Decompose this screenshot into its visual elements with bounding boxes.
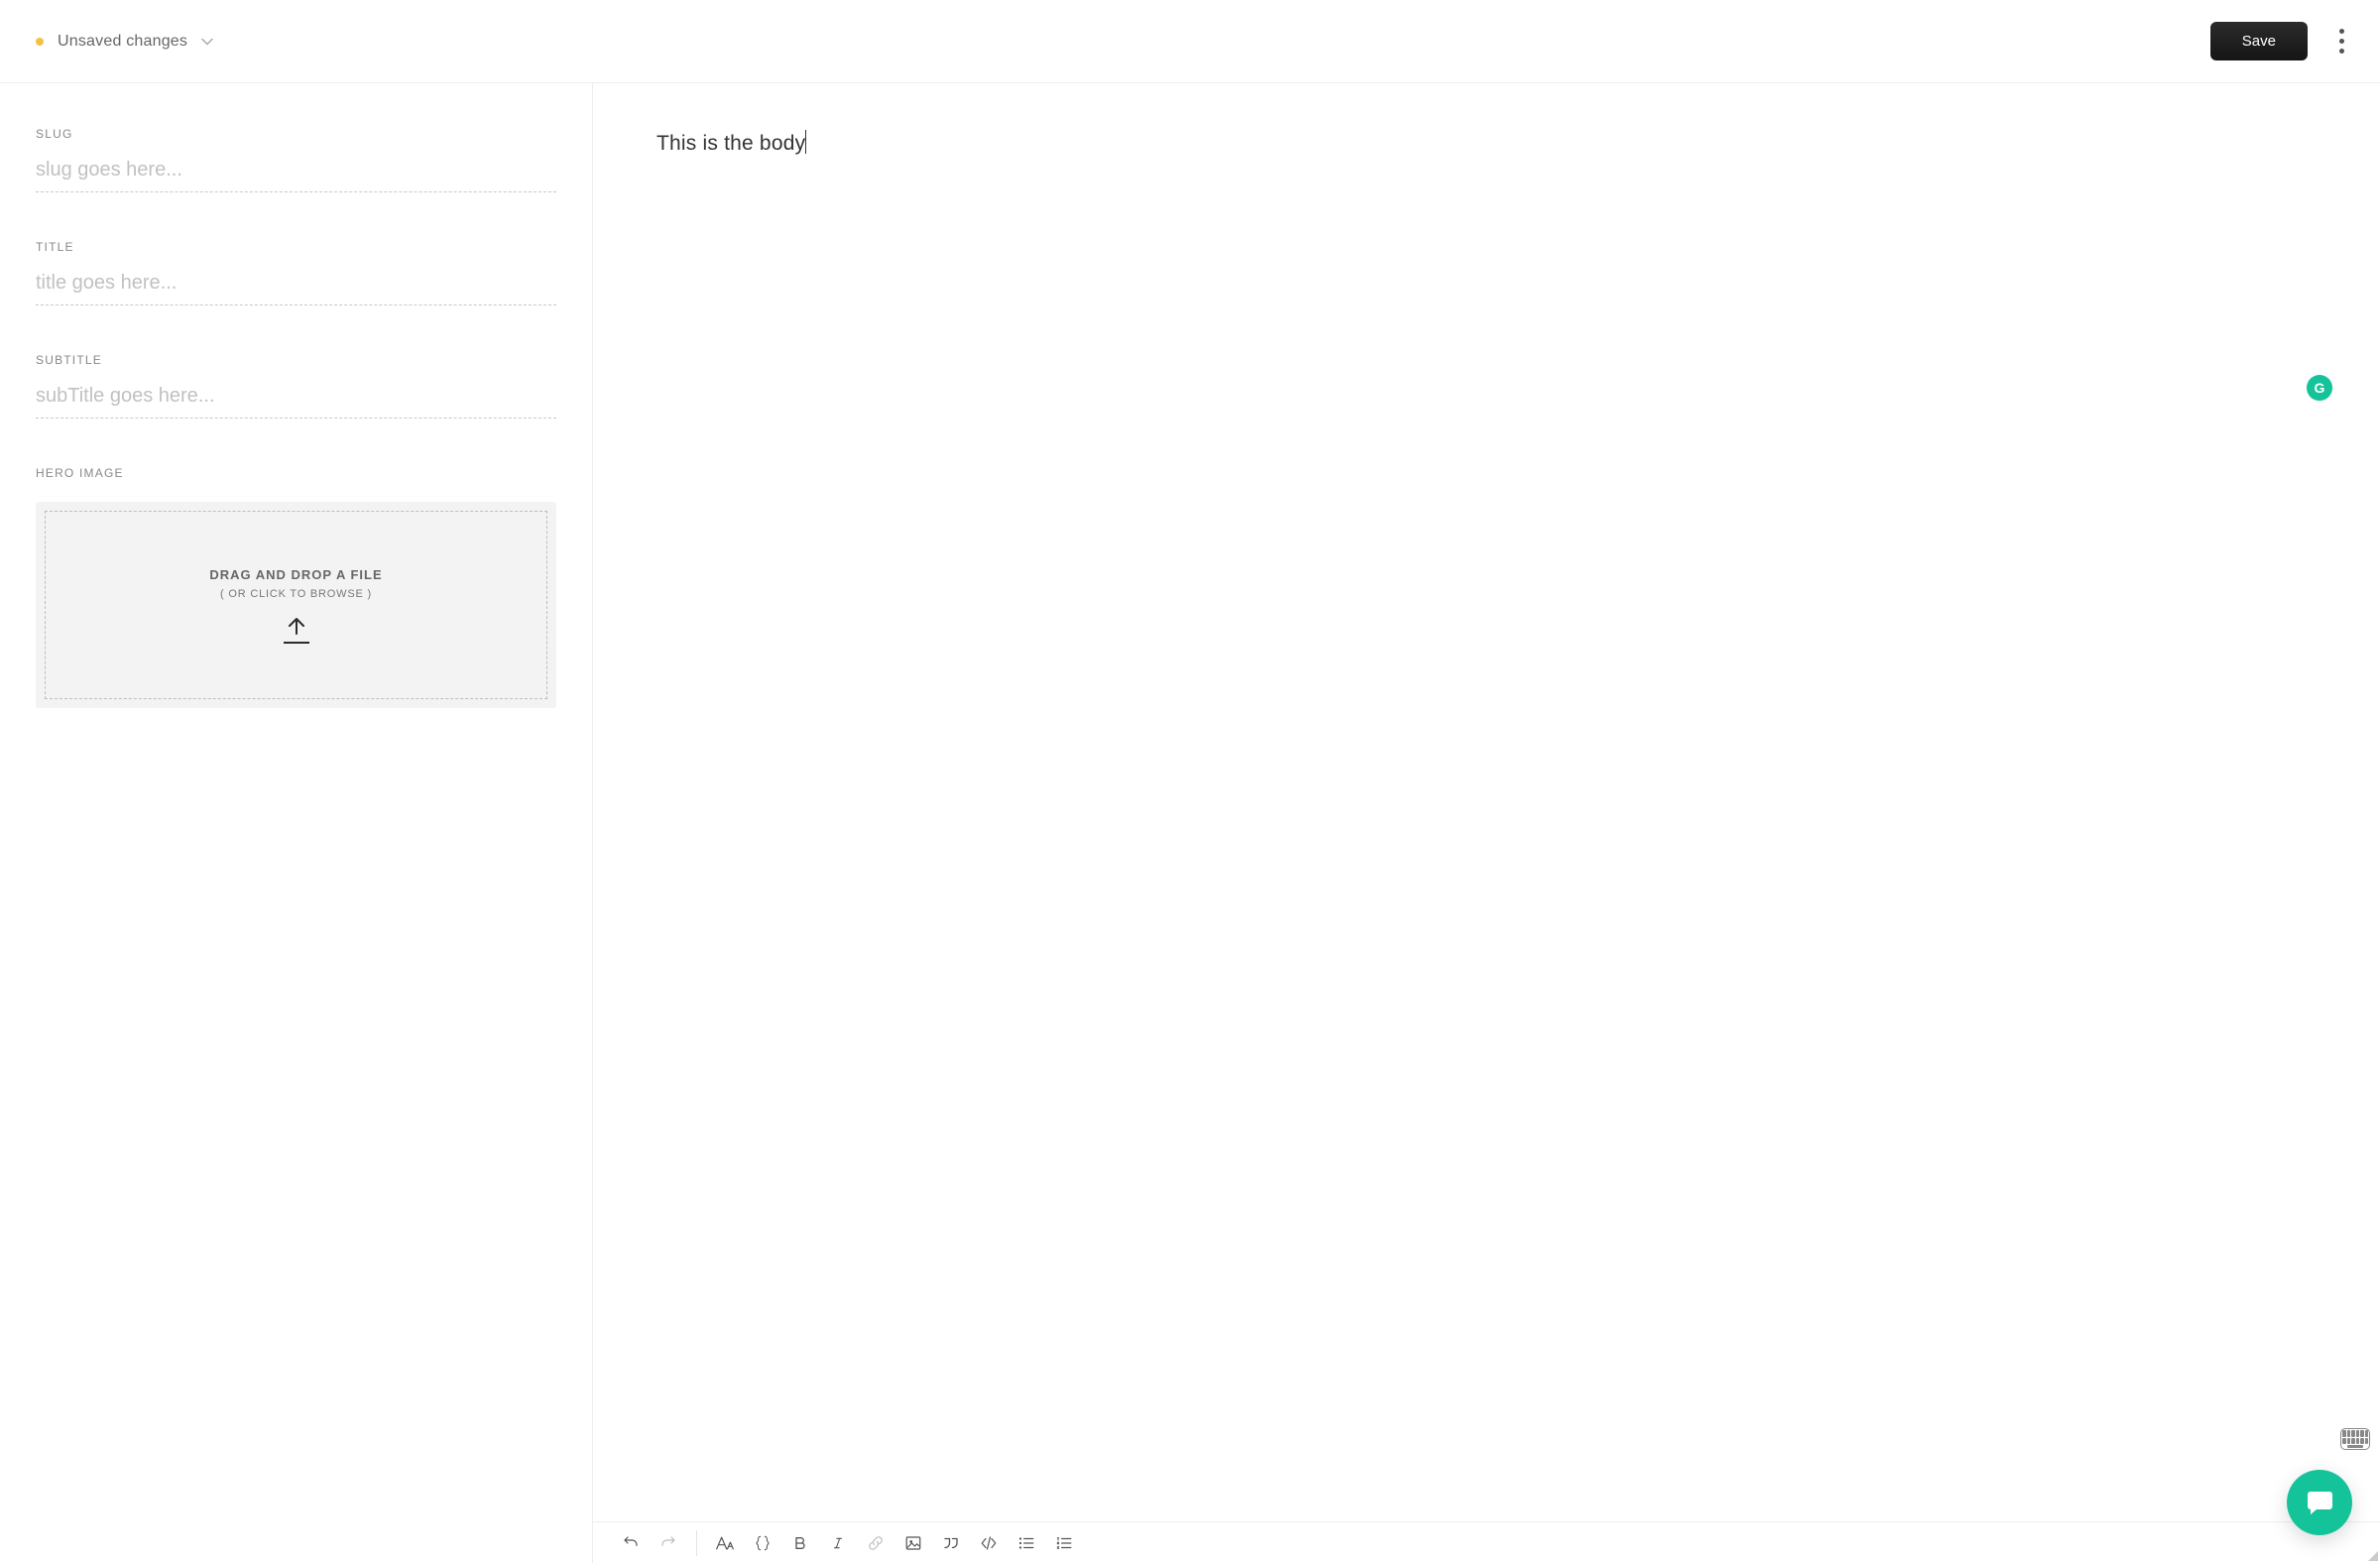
dot-icon <box>2339 29 2344 34</box>
body-panel: This is the body G <box>593 83 2380 1563</box>
title-input[interactable] <box>36 270 556 305</box>
blockquote-button[interactable] <box>941 1533 961 1553</box>
keyboard-shortcut-icon[interactable] <box>2340 1428 2370 1450</box>
field-label: SLUG <box>36 127 556 141</box>
field-slug: SLUG <box>36 127 556 192</box>
code-button[interactable] <box>979 1533 999 1553</box>
dot-icon <box>2339 49 2344 54</box>
field-label: HERO IMAGE <box>36 466 556 480</box>
intercom-launcher[interactable] <box>2287 1470 2352 1535</box>
dropzone-title: DRAG AND DROP A FILE <box>209 567 382 582</box>
save-button[interactable]: Save <box>2210 22 2308 60</box>
link-button[interactable] <box>866 1533 886 1553</box>
dot-icon <box>2339 39 2344 44</box>
slug-input[interactable] <box>36 157 556 192</box>
hero-image-dropzone[interactable]: DRAG AND DROP A FILE ( OR CLICK TO BROWS… <box>36 502 556 708</box>
field-label: TITLE <box>36 240 556 254</box>
body-editor[interactable]: This is the body G <box>593 83 2380 1521</box>
status-text: Unsaved changes <box>58 33 187 51</box>
header-actions: Save <box>2210 22 2350 60</box>
toolbar-separator <box>696 1530 697 1556</box>
braces-button[interactable] <box>753 1533 773 1553</box>
editor-split: SLUG TITLE SUBTITLE HERO IMAGE DRAG AND … <box>0 83 2380 1563</box>
field-hero-image: HERO IMAGE DRAG AND DROP A FILE ( OR CLI… <box>36 466 556 708</box>
redo-button[interactable] <box>658 1533 678 1553</box>
status-dot-icon <box>36 38 44 46</box>
subtitle-input[interactable] <box>36 383 556 419</box>
image-button[interactable] <box>903 1533 923 1553</box>
unordered-list-button[interactable] <box>1016 1533 1036 1553</box>
dropzone-subtitle: ( OR CLICK TO BROWSE ) <box>220 588 372 600</box>
grammarly-icon[interactable]: G <box>2307 375 2332 401</box>
upload-icon <box>284 616 309 644</box>
italic-button[interactable] <box>828 1533 848 1553</box>
metadata-panel: SLUG TITLE SUBTITLE HERO IMAGE DRAG AND … <box>0 83 593 1563</box>
text-caret <box>805 130 806 154</box>
chevron-down-icon <box>201 35 213 49</box>
body-text: This is the body <box>656 132 805 155</box>
font-size-button[interactable] <box>715 1533 735 1553</box>
chat-icon <box>2304 1487 2335 1518</box>
ordered-list-button[interactable] <box>1054 1533 1074 1553</box>
more-menu-button[interactable] <box>2333 23 2350 60</box>
field-title: TITLE <box>36 240 556 305</box>
field-subtitle: SUBTITLE <box>36 353 556 419</box>
dropzone-inner: DRAG AND DROP A FILE ( OR CLICK TO BROWS… <box>45 511 547 699</box>
editor-toolbar <box>593 1521 2380 1563</box>
undo-button[interactable] <box>621 1533 641 1553</box>
resize-handle-icon <box>2368 1551 2378 1561</box>
field-label: SUBTITLE <box>36 353 556 367</box>
status-dropdown[interactable]: Unsaved changes <box>36 33 213 51</box>
header-bar: Unsaved changes Save <box>0 0 2380 83</box>
bold-button[interactable] <box>790 1533 810 1553</box>
